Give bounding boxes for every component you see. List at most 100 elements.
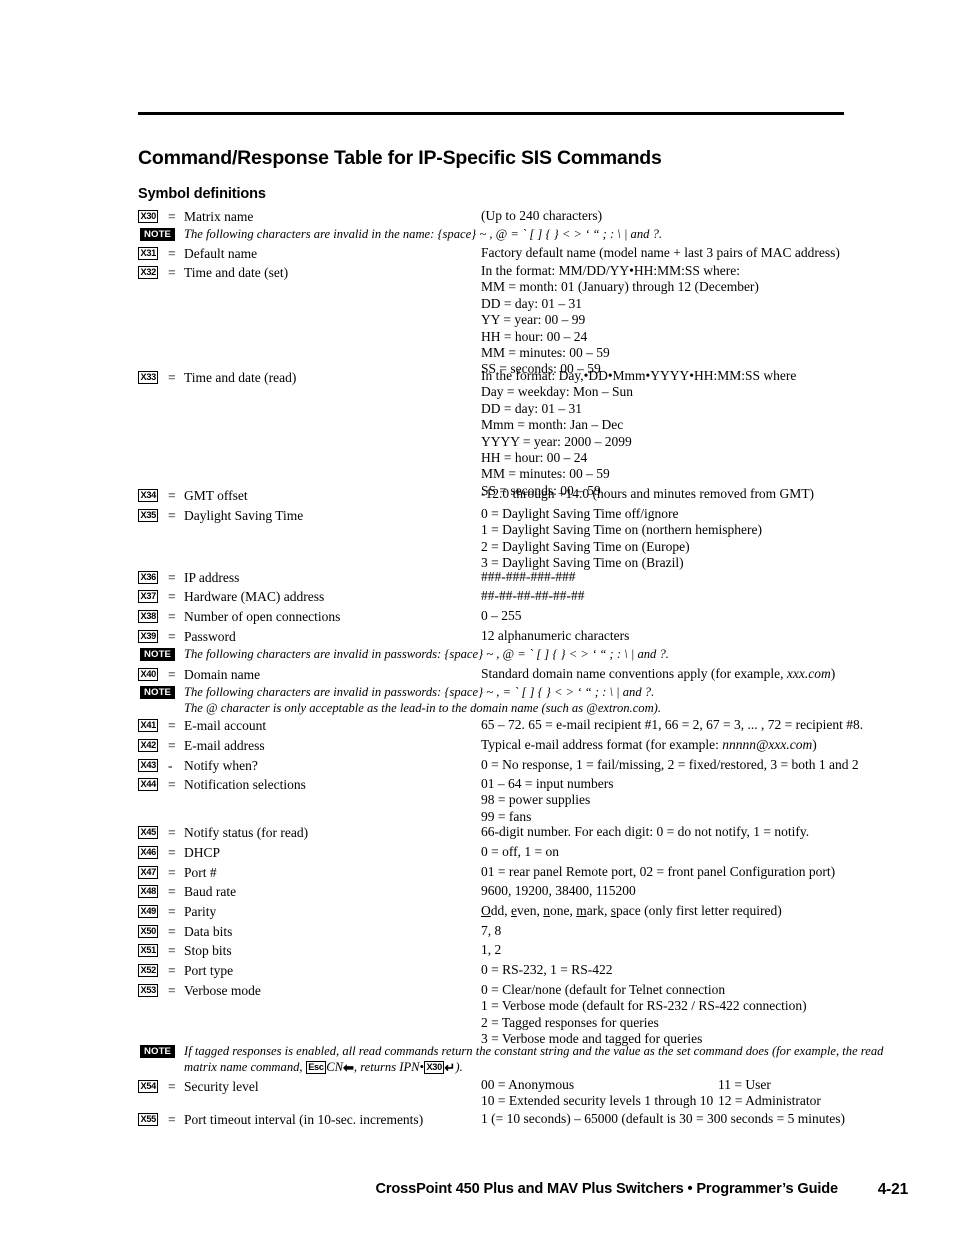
symbol-separator: = bbox=[168, 629, 176, 644]
symbol-label: Baud rate bbox=[184, 884, 237, 899]
symbol-separator: = bbox=[168, 865, 176, 880]
symbol-label: Daylight Saving Time bbox=[184, 508, 304, 523]
footer-title: CrossPoint 450 Plus and MAV Plus Switche… bbox=[375, 1181, 838, 1197]
symbol-code-badge: X52 bbox=[138, 964, 159, 977]
symbol-label: Verbose mode bbox=[184, 983, 261, 998]
symbol-label: Time and date (read) bbox=[184, 370, 297, 385]
symbol-separator: = bbox=[168, 777, 176, 792]
symbol-description: 0 = No response, 1 = fail/missing, 2 = f… bbox=[481, 757, 859, 772]
symbol-code-badge: X41 bbox=[138, 719, 159, 732]
symbol-description: 1, 2 bbox=[481, 942, 502, 957]
symbol-description: Factory default name (model name + last … bbox=[481, 245, 840, 260]
symbol-code-badge: X47 bbox=[138, 866, 159, 879]
symbol-label: GMT offset bbox=[184, 488, 248, 503]
note-text: The following characters are invalid in … bbox=[184, 647, 669, 661]
symbol-code-badge: X32 bbox=[138, 266, 159, 279]
note-badge: NOTE bbox=[140, 1045, 176, 1058]
symbol-separator: = bbox=[168, 718, 176, 733]
symbol-label: DHCP bbox=[184, 845, 221, 860]
symbol-code-badge: X54 bbox=[138, 1080, 159, 1093]
symbol-label: Default name bbox=[184, 246, 258, 261]
page-title: Command/Response Table for IP-Specific S… bbox=[138, 147, 662, 169]
symbol-description: 01 – 64 = input numbers 98 = power suppl… bbox=[481, 776, 614, 824]
symbol-description: In the format: MM/DD/YY•HH:MM:SS where: … bbox=[481, 263, 759, 377]
section-heading: Symbol definitions bbox=[138, 186, 266, 202]
symbol-code-badge: X38 bbox=[138, 610, 159, 623]
symbol-label: Port # bbox=[184, 865, 217, 880]
symbol-separator: = bbox=[168, 508, 176, 523]
symbol-label: Notify status (for read) bbox=[184, 825, 309, 840]
symbol-separator: = bbox=[168, 570, 176, 585]
symbol-separator: = bbox=[168, 209, 176, 224]
symbol-separator: = bbox=[168, 904, 176, 919]
symbol-description: 9600, 19200, 38400, 115200 bbox=[481, 883, 636, 898]
symbol-label: Stop bits bbox=[184, 943, 232, 958]
symbol-description: 7, 8 bbox=[481, 923, 502, 938]
note-text: The following characters are invalid in … bbox=[184, 685, 662, 716]
symbol-code-badge: X34 bbox=[138, 489, 159, 502]
symbol-label: Notify when? bbox=[184, 758, 258, 773]
symbol-code-badge: X33 bbox=[138, 371, 159, 384]
symbol-separator: = bbox=[168, 943, 176, 958]
symbol-description: 0 – 255 bbox=[481, 608, 522, 623]
symbol-description: 0 = Clear/none (default for Telnet conne… bbox=[481, 982, 807, 1047]
symbol-description: 1 (= 10 seconds) – 65000 (default is 30 … bbox=[481, 1111, 846, 1126]
symbol-separator: = bbox=[168, 589, 176, 604]
symbol-code-badge: X51 bbox=[138, 944, 159, 957]
symbol-description: 66-digit number. For each digit: 0 = do … bbox=[481, 824, 810, 839]
symbol-label: E-mail address bbox=[184, 738, 265, 753]
symbol-code-badge: X55 bbox=[138, 1113, 159, 1126]
symbol-code-badge: X37 bbox=[138, 590, 159, 603]
symbol-description: In the format: Day,•DD•Mmm•YYYY•HH:MM:SS… bbox=[481, 368, 797, 498]
symbol-description: 01 = rear panel Remote port, 02 = front … bbox=[481, 864, 836, 879]
symbol-label: Notification selections bbox=[184, 777, 306, 792]
symbol-label: Data bits bbox=[184, 924, 233, 939]
symbol-description: 00 = Anonymous 10 = Extended security le… bbox=[481, 1077, 714, 1109]
symbol-code-badge: X36 bbox=[138, 571, 159, 584]
symbol-separator: - bbox=[168, 758, 173, 773]
symbol-label: Security level bbox=[184, 1079, 259, 1094]
note-badge: NOTE bbox=[140, 648, 176, 661]
symbol-separator: = bbox=[168, 924, 176, 939]
symbol-description: 0 = RS-232, 1 = RS-422 bbox=[481, 962, 613, 977]
symbol-code-badge: X48 bbox=[138, 885, 159, 898]
symbol-label: IP address bbox=[184, 570, 240, 585]
header-rule bbox=[138, 112, 844, 115]
symbol-description-column-2: 11 = User 12 = Administrator bbox=[718, 1077, 821, 1109]
symbol-description: 12 alphanumeric characters bbox=[481, 628, 630, 643]
symbol-separator: = bbox=[168, 246, 176, 261]
symbol-code-badge: X50 bbox=[138, 925, 159, 938]
footer-page-number: 4-21 bbox=[877, 1181, 908, 1198]
symbol-label: Password bbox=[184, 629, 236, 644]
symbol-description: 65 – 72. 65 = e-mail recipient #1, 66 = … bbox=[481, 717, 864, 732]
symbol-separator: = bbox=[168, 1112, 176, 1127]
note-badge: NOTE bbox=[140, 686, 176, 699]
page-footer: CrossPoint 450 Plus and MAV Plus Switche… bbox=[0, 1181, 954, 1205]
note-text: The following characters are invalid in … bbox=[184, 227, 663, 241]
symbol-description: Typical e-mail address format (for examp… bbox=[481, 737, 817, 752]
symbol-description: 0 = Daylight Saving Time off/ignore 1 = … bbox=[481, 506, 762, 571]
symbol-label: Number of open connections bbox=[184, 609, 341, 624]
symbol-label: Time and date (set) bbox=[184, 265, 289, 280]
symbol-code-badge: X46 bbox=[138, 846, 159, 859]
symbol-code-badge: X45 bbox=[138, 826, 159, 839]
symbol-separator: = bbox=[168, 609, 176, 624]
symbol-separator: = bbox=[168, 825, 176, 840]
symbol-separator: = bbox=[168, 963, 176, 978]
symbol-separator: = bbox=[168, 667, 176, 682]
symbol-description: Odd, even, none, mark, space (only first… bbox=[481, 903, 782, 918]
symbol-description: 0 = off, 1 = on bbox=[481, 844, 559, 859]
symbol-code-badge: X31 bbox=[138, 247, 159, 260]
symbol-separator: = bbox=[168, 845, 176, 860]
symbol-code-badge: X53 bbox=[138, 984, 159, 997]
note-badge: NOTE bbox=[140, 228, 176, 241]
symbol-code-badge: X40 bbox=[138, 668, 159, 681]
symbol-separator: = bbox=[168, 265, 176, 280]
symbol-separator: = bbox=[168, 738, 176, 753]
symbol-code-badge: X49 bbox=[138, 905, 159, 918]
symbol-separator: = bbox=[168, 1079, 176, 1094]
symbol-description: Standard domain name conventions apply (… bbox=[481, 666, 836, 681]
symbol-separator: = bbox=[168, 488, 176, 503]
symbol-label: Hardware (MAC) address bbox=[184, 589, 325, 604]
symbol-description: (Up to 240 characters) bbox=[481, 208, 603, 223]
